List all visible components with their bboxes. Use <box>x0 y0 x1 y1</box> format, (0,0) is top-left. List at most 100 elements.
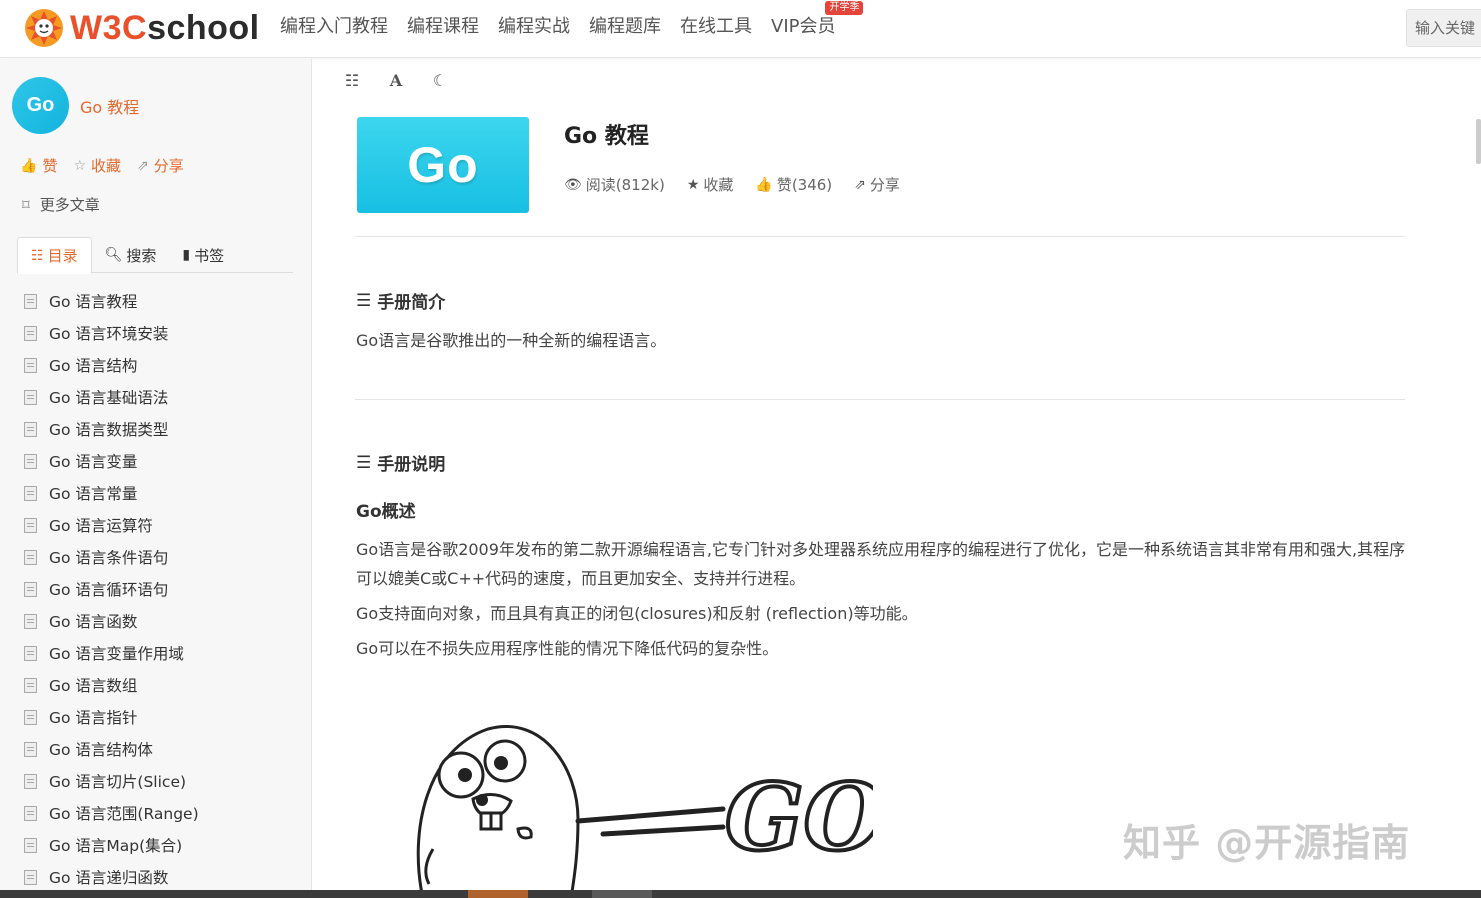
reader-toolbar: ☷ A ☾ <box>341 71 473 90</box>
moon-icon[interactable]: ☾ <box>429 71 451 90</box>
bottom-bar-segment[interactable] <box>468 890 528 898</box>
toc-item[interactable]: Go 语言结构体 <box>24 733 199 765</box>
tab-search[interactable]: 🔍︎ 搜索 <box>92 237 170 273</box>
doc-meta: 👁︎ 阅读(812k) ★ 收藏 👍 赞(346) ⇗ 分享 <box>564 174 922 195</box>
like-label: 赞 <box>42 157 58 175</box>
document-icon <box>24 549 37 565</box>
share-label: 分享 <box>153 157 184 175</box>
toc-item[interactable]: Go 语言指针 <box>24 701 199 733</box>
toc-item[interactable]: Go 语言变量作用域 <box>24 637 199 669</box>
share-icon: ⇗ <box>854 176 866 193</box>
nav-item-intro-tutorials[interactable]: 编程入门教程 <box>280 14 388 40</box>
book-title[interactable]: Go 教程 <box>80 94 139 118</box>
document-icon <box>24 869 37 885</box>
watermark: 知乎 @开源指南 <box>1123 821 1411 865</box>
search-input[interactable]: 输入关键 <box>1406 9 1481 47</box>
nav-item-courses[interactable]: 编程课程 <box>407 14 479 40</box>
toc-item[interactable]: Go 语言变量 <box>24 445 199 477</box>
search-icon: 🔍︎ <box>104 247 123 263</box>
gopher-go-text: GO <box>725 763 873 871</box>
toc-item[interactable]: Go 语言函数 <box>24 605 199 637</box>
toc-item[interactable]: Go 语言循环语句 <box>24 573 199 605</box>
toc-item[interactable]: Go 语言运算符 <box>24 509 199 541</box>
toc-item[interactable]: Go 语言数据类型 <box>24 413 199 445</box>
share-button[interactable]: ⇗ 分享 <box>854 174 900 195</box>
toc-item[interactable]: Go 语言递归函数 <box>24 861 199 893</box>
toc-item-label: Go 语言数组 <box>49 677 138 695</box>
toc-item-label: Go 语言变量 <box>49 453 138 471</box>
toc-item-label: Go 语言教程 <box>49 293 138 311</box>
tab-search-label: 搜索 <box>126 246 157 265</box>
share-button[interactable]: ⇗ 分享 <box>137 155 184 176</box>
book-avatar[interactable]: Go <box>12 77 69 134</box>
document-icon <box>24 677 37 693</box>
toc-item-label: Go 语言指针 <box>49 709 138 727</box>
tab-bookmark-label: 书签 <box>194 246 225 265</box>
toc-item[interactable]: Go 语言范围(Range) <box>24 797 199 829</box>
read-count: 👁︎ 阅读(812k) <box>564 174 665 195</box>
toc-item[interactable]: Go 语言切片(Slice) <box>24 765 199 797</box>
document-icon <box>24 325 37 341</box>
toc-item-label: Go 语言环境安装 <box>49 325 169 343</box>
toc-item[interactable]: Go 语言数组 <box>24 669 199 701</box>
document-icon <box>24 453 37 469</box>
toc-item[interactable]: Go 语言Map(集合) <box>24 829 199 861</box>
sidebar: Go Go 教程 👍 赞 ☆ 收藏 ⇗ 分享 ⌑ 更多文章 ☷ 目录 🔍︎ 搜索 ▮ 书签 … <box>0 59 312 898</box>
nav-item-online-tools[interactable]: 在线工具 <box>680 14 752 40</box>
toc-item-label: Go 语言函数 <box>49 613 138 631</box>
toc-item-label: Go 语言循环语句 <box>49 581 169 599</box>
nav-item-practice[interactable]: 编程实战 <box>498 14 570 40</box>
share-label: 分享 <box>869 176 900 194</box>
vip-badge: 开学季 <box>825 1 864 15</box>
section-title-intro: ☰ 手册简介 <box>356 288 445 314</box>
top-header: W3Cschool 编程入门教程 编程课程 编程实战 编程题库 在线工具 VIP… <box>0 0 1481 58</box>
favorite-button[interactable]: ★ 收藏 <box>687 174 734 195</box>
like-count-label: 赞(346) <box>776 176 833 194</box>
hamburger-icon: ☰ <box>356 452 372 473</box>
logo-text: W3Cschool <box>70 8 260 47</box>
tab-toc[interactable]: ☷ 目录 <box>17 237 92 274</box>
bottom-bar <box>0 890 1481 898</box>
bottom-bar-segment[interactable] <box>592 890 652 898</box>
share-icon: ⇗ <box>137 157 149 174</box>
tab-bookmark[interactable]: ▮ 书签 <box>169 237 237 273</box>
document-icon <box>24 389 37 405</box>
more-articles-label: 更多文章 <box>39 196 100 214</box>
toc-item[interactable]: Go 语言教程 <box>24 285 199 317</box>
cover-text: Go <box>407 137 479 193</box>
like-button[interactable]: 👍 赞 <box>20 155 57 176</box>
document-icon <box>24 741 37 757</box>
book-actions: 👍 赞 ☆ 收藏 ⇗ 分享 <box>20 155 200 176</box>
tab-toc-label: 目录 <box>47 247 78 265</box>
section-title-notes: ☰ 手册说明 <box>356 450 445 476</box>
nav-item-vip-label: VIP会员 <box>771 16 836 37</box>
toc-item-label: Go 语言结构体 <box>49 741 153 759</box>
site-logo[interactable]: W3Cschool <box>22 6 260 50</box>
overview-paragraph-3: Go可以在不损失应用程序性能的情况下降低代码的复杂性。 <box>356 639 779 658</box>
toc-item-label: Go 语言基础语法 <box>49 389 169 407</box>
document-icon <box>24 581 37 597</box>
main-nav: 编程入门教程 编程课程 编程实战 编程题库 在线工具 VIP会员 开学季 <box>280 1 864 40</box>
toc-item[interactable]: Go 语言结构 <box>24 349 199 381</box>
subheading-overview: Go概述 <box>356 502 416 522</box>
toc-item-label: Go 语言结构 <box>49 357 138 375</box>
toc-item[interactable]: Go 语言常量 <box>24 477 199 509</box>
toc-item[interactable]: Go 语言条件语句 <box>24 541 199 573</box>
nav-item-vip[interactable]: VIP会员 开学季 <box>771 1 864 40</box>
document-icon <box>24 709 37 725</box>
document-icon <box>24 293 37 309</box>
sidebar-tabs: ☷ 目录 🔍︎ 搜索 ▮ 书签 <box>17 237 293 274</box>
read-count-label: 阅读(812k) <box>585 176 665 194</box>
document-icon <box>24 805 37 821</box>
nav-item-problems[interactable]: 编程题库 <box>589 14 661 40</box>
toc-item-label: Go 语言数据类型 <box>49 421 169 439</box>
font-icon[interactable]: A <box>385 71 407 90</box>
list-icon[interactable]: ☷ <box>341 71 363 90</box>
more-articles-link[interactable]: ⌑ 更多文章 <box>22 194 100 215</box>
favorite-button[interactable]: ☆ 收藏 <box>73 155 121 176</box>
document-icon <box>24 357 37 373</box>
like-button[interactable]: 👍 赞(346) <box>755 174 832 195</box>
toc-item[interactable]: Go 语言环境安装 <box>24 317 199 349</box>
scrollbar[interactable] <box>1476 119 1481 164</box>
toc-item[interactable]: Go 语言基础语法 <box>24 381 199 413</box>
